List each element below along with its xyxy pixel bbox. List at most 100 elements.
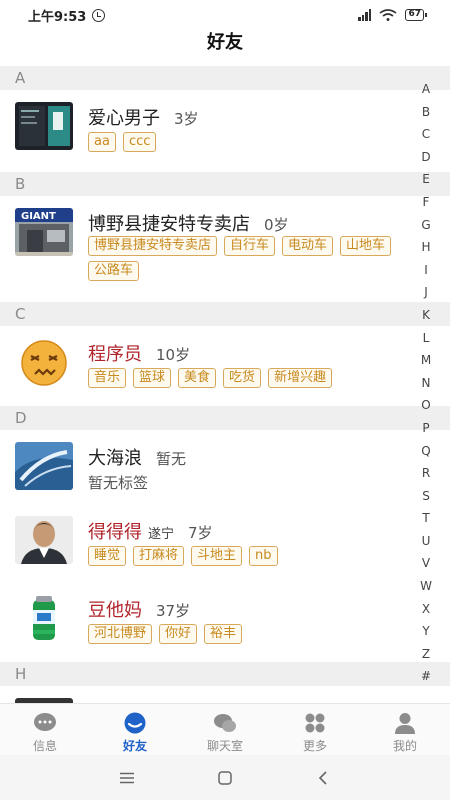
friend-item[interactable]: 程序员 10岁 音乐 篮球 美食 吃货 新增兴趣	[0, 326, 410, 408]
index-letter[interactable]: D	[421, 146, 430, 169]
friend-name: 得得得	[88, 522, 142, 543]
friend-name: 大海浪	[88, 448, 142, 469]
signal-icon	[358, 9, 372, 21]
avatar	[15, 338, 73, 386]
index-letter[interactable]: Z	[422, 643, 430, 666]
index-letter[interactable]: H	[421, 236, 430, 259]
index-letter[interactable]: S	[422, 485, 430, 508]
home-nav-button[interactable]	[215, 768, 235, 788]
index-letter[interactable]: Q	[421, 440, 430, 463]
tab-me[interactable]: 我的	[360, 704, 450, 755]
friend-name: 博野县捷安特专卖店	[88, 214, 250, 235]
tag-list: 睡觉 打麻将 斗地主 nb	[88, 546, 413, 566]
tab-chatroom[interactable]: 聊天室	[180, 704, 270, 755]
wifi-icon	[379, 9, 397, 21]
status-bar: 上午9:53 67	[0, 0, 450, 30]
avatar	[15, 442, 73, 490]
tag: 公路车	[88, 261, 140, 281]
index-letter[interactable]: O	[421, 394, 430, 417]
bottom-tab-bar: 信息 好友 聊天室 更多 我的	[0, 703, 450, 755]
index-letter[interactable]: M	[421, 349, 431, 372]
tag: 新增兴趣	[268, 368, 333, 388]
index-letter[interactable]: W	[420, 575, 432, 598]
index-letter[interactable]: N	[422, 372, 431, 395]
friend-location: 遂宁	[148, 527, 175, 542]
tag: 睡觉	[88, 546, 127, 566]
tag: 裕丰	[204, 624, 243, 644]
friend-item[interactable]: 得得得 遂宁 7岁 睡觉 打麻将 斗地主 nb	[0, 504, 410, 580]
menu-nav-button[interactable]	[117, 768, 137, 788]
index-letter[interactable]: E	[422, 168, 430, 191]
friend-name: 爱心男子	[88, 108, 160, 129]
svg-text:GIANT: GIANT	[21, 211, 56, 222]
index-letter[interactable]: L	[423, 327, 430, 350]
index-letter[interactable]: B	[422, 101, 430, 124]
friend-list[interactable]: A 爱心男子 3岁 aa ccc B GIANT 博野县捷安特专卖店 0岁 博野…	[0, 66, 450, 703]
tag: 你好	[159, 624, 198, 644]
tag-list: 河北博野 你好 裕丰	[88, 624, 413, 644]
tag: 电动车	[282, 236, 334, 256]
section-header-a: A	[0, 66, 450, 90]
friends-icon	[124, 712, 146, 734]
index-letter[interactable]: X	[422, 598, 430, 621]
friend-age: 暂无	[156, 450, 187, 468]
tag: 篮球	[133, 368, 172, 388]
index-letter[interactable]: U	[422, 530, 431, 553]
tag: 自行车	[224, 236, 276, 256]
friend-age: 37岁	[156, 602, 191, 620]
index-letter[interactable]: P	[422, 417, 429, 440]
avatar	[15, 102, 73, 150]
friend-age: 7岁	[188, 524, 213, 542]
tag-list: 音乐 篮球 美食 吃货 新增兴趣	[88, 368, 413, 388]
index-letter[interactable]: F	[423, 191, 430, 214]
friend-name: 程序员	[88, 344, 142, 365]
alphabet-index[interactable]: A B C D E F G H I J K L M N O P Q R S T …	[416, 78, 436, 688]
index-letter[interactable]: A	[422, 78, 430, 101]
tab-label: 我的	[392, 739, 417, 753]
index-letter[interactable]: I	[424, 259, 428, 282]
index-letter[interactable]: Y	[422, 620, 429, 643]
tab-messages[interactable]: 信息	[0, 704, 90, 755]
friend-item[interactable]: 大海浪 暂无 暂无标签	[0, 430, 410, 506]
section-header-d: D	[0, 406, 450, 430]
tag: 打麻将	[133, 546, 185, 566]
page-title: 好友	[207, 32, 243, 53]
index-letter[interactable]: G	[421, 214, 430, 237]
chat-bubble-icon	[34, 713, 56, 731]
friend-age: 10岁	[156, 346, 191, 364]
index-letter[interactable]: #	[421, 665, 431, 688]
menu-icon	[120, 772, 134, 783]
friend-age: 3岁	[174, 110, 199, 128]
index-letter[interactable]: C	[422, 123, 430, 146]
index-letter[interactable]: T	[422, 507, 429, 530]
friend-item[interactable]: 豆他妈 37岁 河北博野 你好 裕丰	[0, 582, 410, 660]
tag: 山地车	[340, 236, 392, 256]
tag: ccc	[122, 132, 157, 152]
friend-item[interactable]: GIANT 博野县捷安特专卖店 0岁 博野县捷安特专卖店 自行车 电动车 山地车…	[0, 196, 410, 302]
chatroom-icon	[214, 714, 236, 732]
alarm-icon	[92, 8, 106, 22]
back-nav-button[interactable]	[313, 768, 333, 788]
avatar: GIANT	[15, 208, 73, 256]
tag: 博野县捷安特专卖店	[88, 236, 218, 256]
index-letter[interactable]: V	[422, 552, 430, 575]
tag: 音乐	[88, 368, 127, 388]
avatar	[15, 594, 73, 642]
tag: 斗地主	[191, 546, 243, 566]
tab-more[interactable]: 更多	[270, 704, 360, 755]
grid-icon	[305, 713, 325, 733]
friend-item[interactable]: 爱心男子 3岁 aa ccc	[0, 90, 410, 172]
friend-name: 豆他妈	[88, 600, 142, 621]
tag: aa	[88, 132, 116, 152]
friend-age: 0岁	[264, 216, 289, 234]
section-header-b: B	[0, 172, 450, 196]
index-letter[interactable]: R	[422, 462, 430, 485]
person-icon	[395, 713, 415, 734]
tab-label: 更多	[302, 739, 327, 753]
index-letter[interactable]: K	[422, 304, 430, 327]
index-letter[interactable]: J	[424, 281, 428, 304]
tab-friends[interactable]: 好友	[90, 704, 180, 755]
back-icon	[318, 770, 327, 785]
tab-label: 信息	[32, 739, 57, 753]
status-time: 上午9:53	[28, 9, 87, 25]
